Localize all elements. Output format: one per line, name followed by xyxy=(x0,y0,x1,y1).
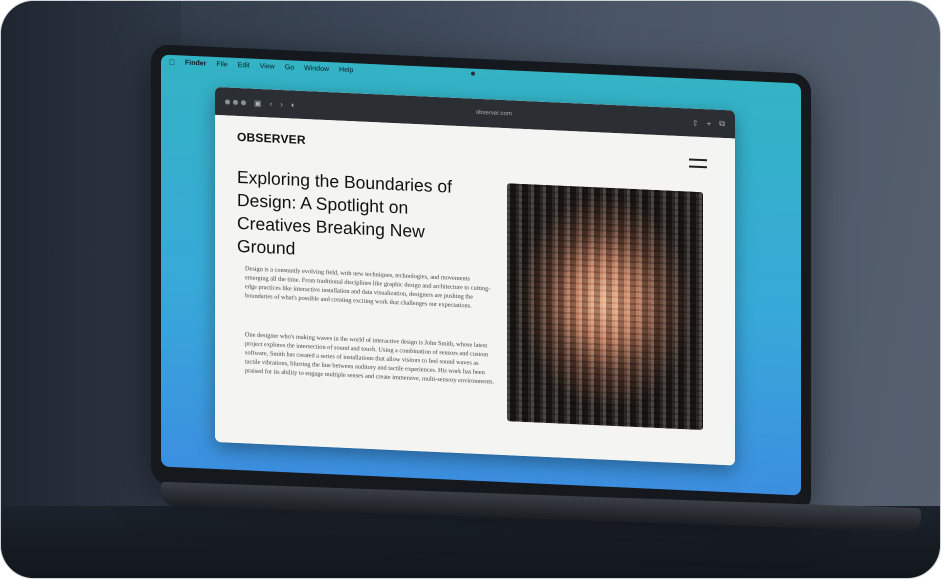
menu-finder[interactable]: Finder xyxy=(185,59,206,67)
window-controls[interactable] xyxy=(225,98,246,105)
laptop-screen:  Finder File Edit View Go Window Help ▣… xyxy=(161,54,801,496)
sidebar-icon[interactable]: ▣ xyxy=(254,98,262,107)
forward-icon[interactable]: › xyxy=(280,99,283,108)
web-page: OBSERVER Exploring the Boundaries of Des… xyxy=(215,114,735,466)
article-paragraph-2: One designer who's making waves in the w… xyxy=(245,331,495,386)
menu-go[interactable]: Go xyxy=(285,64,294,71)
browser-window: ▣ ‹ › ◐ observer.com ⇧ + ⧉ OBSERVER Expl… xyxy=(215,86,735,466)
article-paragraph-1: Design is a constantly evolving field, w… xyxy=(245,265,491,310)
menu-file[interactable]: File xyxy=(216,60,227,68)
tabs-icon[interactable]: ⧉ xyxy=(719,119,725,129)
menu-edit[interactable]: Edit xyxy=(238,61,250,69)
shield-icon[interactable]: ◐ xyxy=(291,100,296,109)
apple-icon[interactable]:  xyxy=(169,57,175,66)
photo-frame:  Finder File Edit View Go Window Help ▣… xyxy=(0,0,941,579)
new-tab-icon[interactable]: + xyxy=(707,119,712,128)
back-icon[interactable]: ‹ xyxy=(270,99,273,108)
laptop-lid:  Finder File Edit View Go Window Help ▣… xyxy=(151,44,811,514)
menu-icon[interactable] xyxy=(689,158,707,173)
menu-view[interactable]: View xyxy=(260,62,275,70)
article-image xyxy=(507,183,703,431)
share-icon[interactable]: ⇧ xyxy=(692,118,699,127)
menu-window[interactable]: Window xyxy=(304,64,329,72)
menu-help[interactable]: Help xyxy=(339,66,353,74)
site-logo[interactable]: OBSERVER xyxy=(237,130,306,147)
article-headline: Exploring the Boundaries of Design: A Sp… xyxy=(237,166,452,259)
